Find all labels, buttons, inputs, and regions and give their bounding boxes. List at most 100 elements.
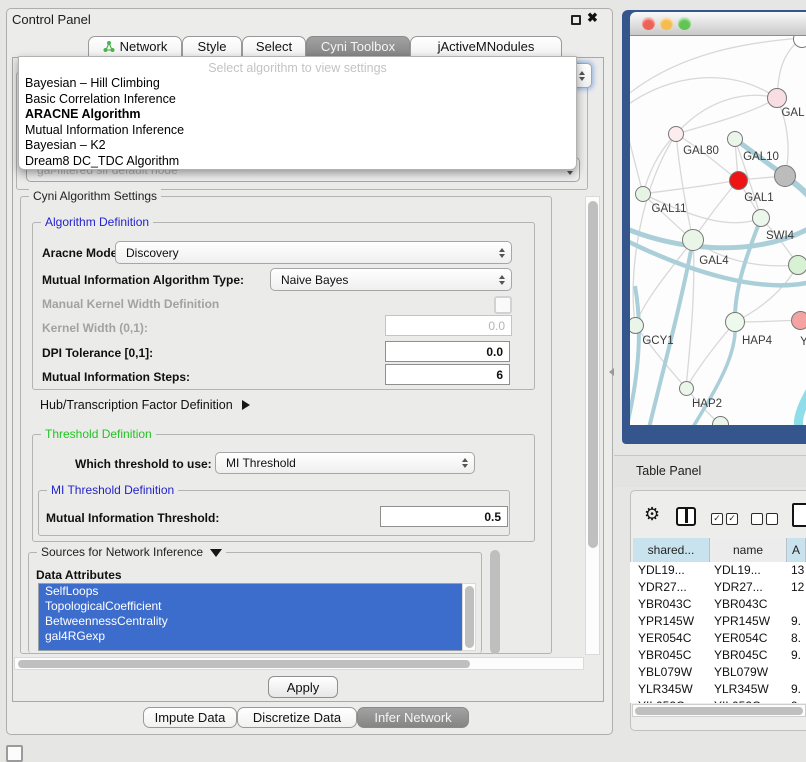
column-split-icon[interactable] (676, 507, 696, 526)
mi-steps-field[interactable]: 6 (385, 364, 510, 385)
table-cell: YER054C (638, 631, 691, 645)
table-row[interactable]: YBL079WYBL079W (630, 664, 806, 681)
table-column-header[interactable]: shared... (633, 538, 710, 562)
close-icon[interactable]: ✖ (587, 10, 598, 26)
combobox-stepper-icon (462, 458, 468, 468)
table-column-header[interactable]: name (710, 538, 787, 562)
sources-scrollbar-thumb[interactable] (490, 550, 500, 654)
algorithm-definition-title: Algorithm Definition (41, 215, 153, 229)
show-checked-columns-icon[interactable]: ✓✓ (711, 513, 738, 525)
control-panel-title: Control Panel (12, 12, 91, 27)
table-row[interactable]: YLR345WYLR345W9. (630, 681, 806, 698)
algorithm-option[interactable]: Basic Correlation Inference (25, 92, 176, 106)
algorithm-option[interactable]: Bayesian – Hill Climbing (25, 76, 160, 90)
network-icon (103, 41, 115, 53)
gear-icon[interactable]: ⚙ (644, 504, 660, 525)
network-node[interactable] (630, 317, 644, 334)
table-body[interactable]: YDL19...YDL19...13YDR27...YDR27...12YBR0… (630, 562, 806, 703)
network-node[interactable] (727, 131, 743, 147)
tab-select[interactable]: Select (242, 36, 306, 57)
table-row[interactable]: YBR043CYBR043C (630, 596, 806, 613)
kernel-width-field[interactable]: 0.0 (385, 315, 512, 336)
minimize-traffic-light-icon[interactable] (660, 17, 673, 30)
table-column-header[interactable]: A (787, 538, 806, 562)
sources-group-title[interactable]: Sources for Network Inference (37, 545, 226, 559)
tab-cyni-toolbox[interactable]: Cyni Toolbox (306, 36, 410, 57)
data-attributes-list[interactable]: SelfLoopsTopologicalCoefficientBetweenne… (38, 583, 476, 651)
network-node-label: GAL4 (699, 255, 728, 267)
network-node[interactable] (682, 229, 704, 251)
table-horizontal-scrollbar[interactable] (632, 704, 806, 717)
algorithm-dropdown-popup: Select algorithm to view settings Bayesi… (18, 56, 577, 170)
table-cell: 9. (791, 648, 801, 662)
network-node[interactable] (679, 381, 694, 396)
network-node[interactable] (788, 255, 806, 275)
network-node[interactable] (635, 186, 651, 202)
document-icon[interactable] (792, 503, 806, 527)
table-cell: YDR27... (638, 580, 687, 594)
table-row[interactable]: YIL052CYIL052C9 (630, 698, 806, 703)
close-traffic-light-icon[interactable] (642, 17, 655, 30)
algorithm-option[interactable]: Mutual Information Inference (25, 123, 184, 137)
network-node[interactable] (725, 312, 745, 332)
attribute-list-item[interactable]: gal4RGexp (39, 629, 475, 644)
network-node-label: HAP2 (692, 398, 722, 410)
minimized-panel-icon[interactable] (6, 745, 23, 762)
network-view-window[interactable]: GALGAL80GAL10GAL1GAL11SWI4GAL4GCY1HAP4YH… (622, 10, 806, 444)
table-cell: 9 (791, 699, 798, 703)
attribute-list-item[interactable]: BetweennessCentrality (39, 614, 475, 629)
network-node-label: GAL11 (652, 203, 687, 215)
tab-infer-network[interactable]: Infer Network (357, 707, 469, 728)
network-node[interactable] (668, 126, 684, 142)
attribute-list-scrollbar[interactable] (462, 583, 476, 651)
table-row[interactable]: YDR27...YDR27...12 (630, 579, 806, 596)
table-cell: YIL052C (638, 699, 685, 703)
dpi-tolerance-field[interactable]: 0.0 (385, 341, 510, 362)
attribute-list-item[interactable]: SelfLoops (39, 584, 475, 599)
mi-threshold-field[interactable]: 0.5 (380, 506, 508, 527)
settings-vertical-scrollbar[interactable] (585, 196, 600, 655)
table-row[interactable]: YPR145WYPR145W9. (630, 613, 806, 630)
splitter-collapse-icon[interactable] (609, 368, 614, 376)
tab-style[interactable]: Style (182, 36, 242, 57)
algorithm-option[interactable]: Bayesian – K2 (25, 138, 106, 152)
network-node-label: GAL1 (744, 192, 773, 204)
algorithm-option[interactable]: ARACNE Algorithm (25, 107, 141, 121)
manual-kernel-checkbox[interactable] (494, 296, 512, 314)
apply-button[interactable]: Apply (268, 676, 338, 698)
tab-discretize-data[interactable]: Discretize Data (237, 707, 357, 728)
network-node[interactable] (752, 209, 770, 227)
network-node-label: GCY1 (642, 335, 673, 347)
network-node[interactable] (767, 88, 787, 108)
table-row[interactable]: YDL19...YDL19...13 (630, 562, 806, 579)
tab-jactivemnodules[interactable]: jActiveMNodules (410, 36, 562, 57)
network-window-titlebar[interactable] (630, 12, 806, 36)
table-row[interactable]: YBR045CYBR045C9. (630, 647, 806, 664)
hide-columns-icon[interactable] (751, 513, 778, 525)
sources-title-text: Sources for Network Inference (41, 545, 203, 559)
network-node[interactable] (729, 171, 748, 190)
tab-impute-data[interactable]: Impute Data (143, 707, 237, 728)
table-cell: YER054C (714, 631, 767, 645)
network-node-label: GAL80 (683, 145, 719, 157)
which-threshold-value: MI Threshold (226, 456, 296, 470)
mi-threshold-label: Mutual Information Threshold: (46, 511, 219, 525)
table-cell: YLR345W (638, 682, 693, 696)
settings-horizontal-scrollbar[interactable] (14, 657, 584, 670)
zoom-traffic-light-icon[interactable] (678, 17, 691, 30)
algorithm-option[interactable]: Dream8 DC_TDC Algorithm (25, 154, 179, 168)
tab-network[interactable]: Network (88, 36, 182, 57)
table-cell: YBR045C (638, 648, 691, 662)
network-node[interactable] (774, 165, 796, 187)
network-canvas[interactable]: GALGAL80GAL10GAL1GAL11SWI4GAL4GCY1HAP4YH… (630, 36, 806, 425)
float-window-icon[interactable] (571, 15, 581, 25)
aracne-mode-combobox[interactable]: Discovery (115, 241, 512, 264)
hub-definition-label: Hub/Transcription Factor Definition (40, 398, 233, 412)
attribute-list-item[interactable]: TopologicalCoefficient (39, 599, 475, 614)
network-node[interactable] (791, 311, 806, 330)
which-threshold-combobox[interactable]: MI Threshold (215, 452, 475, 474)
mi-type-combobox[interactable]: Naive Bayes (270, 268, 512, 291)
hub-definition-expander[interactable]: Hub/Transcription Factor Definition (40, 398, 250, 412)
table-row[interactable]: YER054CYER054C8. (630, 630, 806, 647)
combobox-stepper-icon (579, 71, 585, 81)
